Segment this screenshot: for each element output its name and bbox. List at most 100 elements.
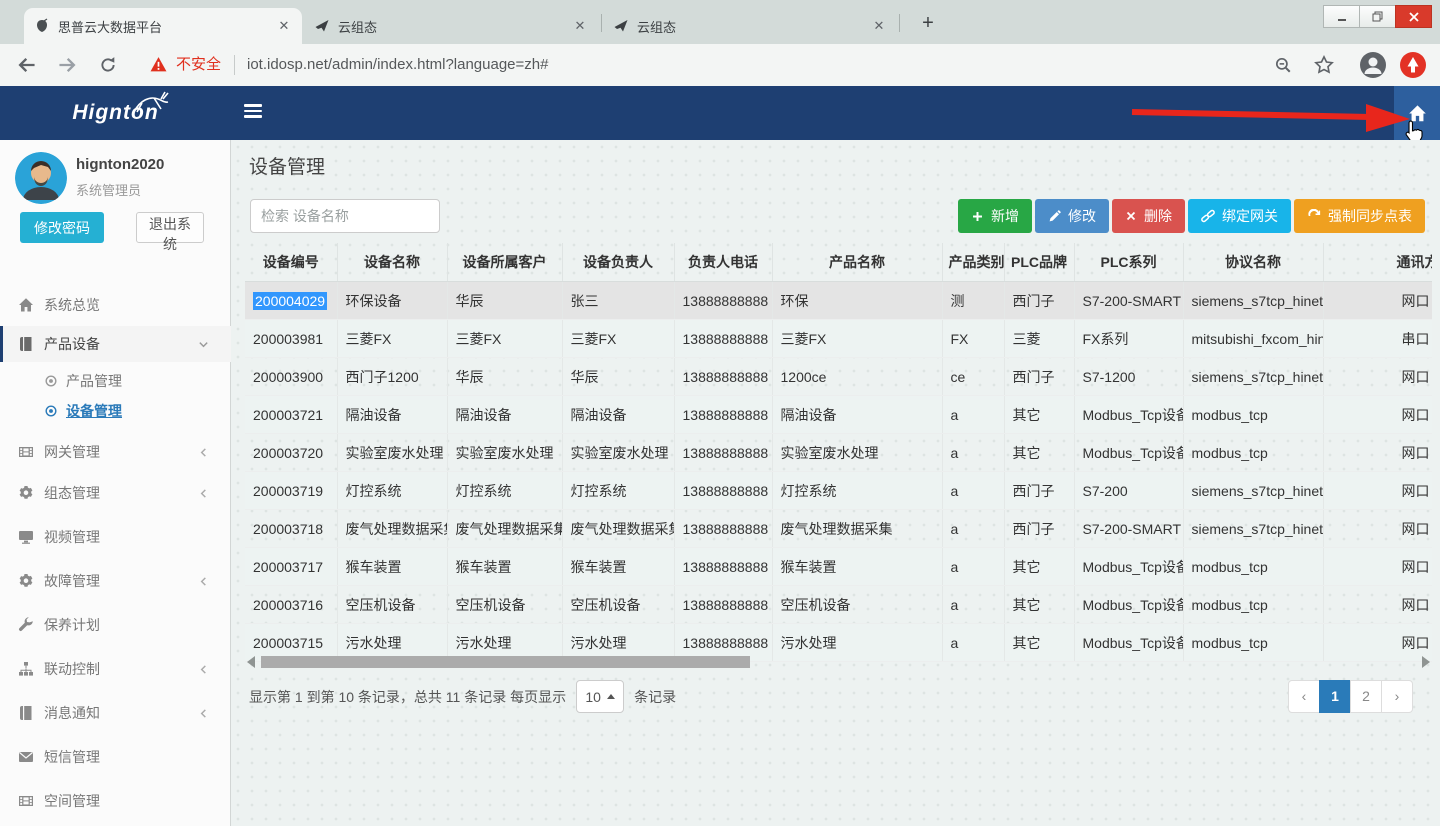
gears-icon <box>18 485 34 501</box>
delete-button[interactable]: 删除 <box>1112 199 1185 233</box>
cell: 200003717 <box>245 548 337 586</box>
prev-page-button[interactable]: ‹ <box>1288 680 1320 713</box>
browser-tab-active[interactable]: 思普云大数据平台 ✕ <box>24 8 302 44</box>
column-header[interactable]: 通讯方式 <box>1323 243 1432 282</box>
table-row[interactable]: 200003900 西门子1200 华辰 华辰 13888888888 1200… <box>245 358 1432 396</box>
column-header[interactable]: 协议名称 <box>1183 243 1323 282</box>
reload-icon[interactable] <box>99 56 117 74</box>
close-button[interactable] <box>1395 5 1432 28</box>
cell: 空压机设备 <box>447 586 562 624</box>
sidebar-item-video-management[interactable]: 视频管理 <box>0 517 231 557</box>
tab-separator <box>899 14 900 32</box>
back-icon[interactable] <box>16 54 38 76</box>
insecure-warning-icon[interactable] <box>150 56 167 73</box>
sidebar-item-product-device[interactable]: 产品设备 <box>0 326 231 362</box>
home-icon <box>18 297 34 313</box>
cell: S7-200-SMART <box>1074 510 1183 548</box>
table-row[interactable]: 200003720 实验室废水处理 实验室废水处理 实验室废水处理 138888… <box>245 434 1432 472</box>
cell: 三菱FX <box>772 320 942 358</box>
cell: 华辰 <box>447 358 562 396</box>
column-header[interactable]: 设备所属客户 <box>447 243 562 282</box>
sidebar-item-space-management[interactable]: 空间管理 <box>0 781 231 821</box>
table-row[interactable]: 200003721 隔油设备 隔油设备 隔油设备 13888888888 隔油设… <box>245 396 1432 434</box>
cell: 环保 <box>772 282 942 320</box>
edit-button[interactable]: 修改 <box>1035 199 1109 233</box>
cell: S7-1200 <box>1074 358 1183 396</box>
sidebar-toggle-icon[interactable] <box>244 104 262 120</box>
column-header[interactable]: 设备负责人 <box>562 243 674 282</box>
page-button-1[interactable]: 1 <box>1319 680 1351 713</box>
cell: 实验室废水处理 <box>562 434 674 472</box>
column-header[interactable]: PLC系列 <box>1074 243 1183 282</box>
sidebar-item-gateway-management[interactable]: 网关管理 <box>0 432 231 472</box>
plane-favicon <box>314 18 330 34</box>
column-header[interactable]: 设备编号 <box>245 243 337 282</box>
page-size-dropdown[interactable]: 10 <box>576 680 624 713</box>
table-row[interactable]: 200004029 环保设备 华辰 张三 13888888888 环保 测 西门… <box>245 282 1432 320</box>
cell: 网口 <box>1323 472 1432 510</box>
force-sync-button[interactable]: 强制同步点表 <box>1294 199 1425 233</box>
circle-dot-icon <box>44 404 58 418</box>
screen: 思普云大数据平台 ✕ 云组态 ✕ 云组态 ✕ + 不安全 iot.idosp.n… <box>0 0 1440 826</box>
sidebar-item-maintenance-plan[interactable]: 保养计划 <box>0 605 231 645</box>
url-text[interactable]: iot.idosp.net/admin/index.html?language=… <box>247 44 548 86</box>
next-page-button[interactable]: › <box>1381 680 1413 713</box>
sidebar-subitem-product-management[interactable]: 产品管理 <box>0 366 231 396</box>
forward-icon[interactable] <box>56 54 78 76</box>
tab-close-icon[interactable]: ✕ <box>276 18 292 34</box>
table-row[interactable]: 200003717 猴车装置 猴车装置 猴车装置 13888888888 猴车装… <box>245 548 1432 586</box>
new-tab-button[interactable]: + <box>916 12 940 36</box>
sidebar-item-fault-management[interactable]: 故障管理 <box>0 561 231 601</box>
scrollbar-thumb[interactable] <box>261 656 750 668</box>
column-header[interactable]: 产品名称 <box>772 243 942 282</box>
browser-logo-icon[interactable] <box>1400 52 1426 78</box>
sidebar-subitem-device-management[interactable]: 设备管理 <box>0 396 231 426</box>
user-avatar[interactable] <box>15 152 67 204</box>
tab-close-icon[interactable]: ✕ <box>871 18 887 34</box>
sidebar-item-system-overview[interactable]: 系统总览 <box>0 285 231 325</box>
column-header[interactable]: 负责人电话 <box>674 243 772 282</box>
table-row[interactable]: 200003718 废气处理数据采集 废气处理数据采集 废气处理数据采集 138… <box>245 510 1432 548</box>
browser-tabstrip: 思普云大数据平台 ✕ 云组态 ✕ 云组态 ✕ + <box>0 0 1440 44</box>
cell: 灯控系统 <box>447 472 562 510</box>
change-password-button[interactable]: 修改密码 <box>20 212 104 243</box>
tab-close-icon[interactable]: ✕ <box>572 18 588 34</box>
add-button[interactable]: 新增 <box>958 199 1032 233</box>
cell: a <box>942 548 1004 586</box>
column-header[interactable]: 产品类别 <box>942 243 1004 282</box>
column-header[interactable]: PLC品牌 <box>1004 243 1074 282</box>
cell: a <box>942 472 1004 510</box>
scroll-right-arrow-icon[interactable] <box>1422 656 1430 668</box>
book-icon <box>18 336 34 352</box>
bigdata-home-button[interactable] <box>1394 86 1440 140</box>
restore-button[interactable] <box>1359 5 1396 28</box>
browser-tab[interactable]: 云组态 ✕ <box>304 8 598 44</box>
bind-gateway-button[interactable]: 绑定网关 <box>1188 199 1291 233</box>
sidebar-item-configuration-management[interactable]: 组态管理 <box>0 473 231 513</box>
scroll-left-arrow-icon[interactable] <box>247 656 255 668</box>
browser-profile-icon[interactable] <box>1360 52 1386 78</box>
bookmark-star-icon[interactable] <box>1314 55 1334 75</box>
zoom-icon[interactable] <box>1274 56 1292 74</box>
table-row[interactable]: 200003981 三菱FX 三菱FX 三菱FX 13888888888 三菱F… <box>245 320 1432 358</box>
browser-tab[interactable]: 云组态 ✕ <box>603 8 897 44</box>
horizontal-scrollbar[interactable] <box>245 655 1432 669</box>
sidebar-item-message-notification[interactable]: 消息通知 <box>0 693 231 733</box>
sidebar-item-sms-management[interactable]: 短信管理 <box>0 737 231 777</box>
cell: 空压机设备 <box>772 586 942 624</box>
column-header[interactable]: 设备名称 <box>337 243 447 282</box>
chevron-left-icon <box>198 447 209 458</box>
cell: 西门子 <box>1004 282 1074 320</box>
chevron-left-icon <box>198 708 209 719</box>
cell: 网口 <box>1323 548 1432 586</box>
logout-button[interactable]: 退出系统 <box>136 212 204 243</box>
search-input[interactable] <box>250 199 440 233</box>
security-label[interactable]: 不安全 <box>176 44 221 86</box>
minimize-button[interactable] <box>1323 5 1360 28</box>
sidebar-item-linkage-control[interactable]: 联动控制 <box>0 649 231 689</box>
plane-favicon <box>613 18 629 34</box>
app-header: Hignton <box>0 86 1440 140</box>
page-button-2[interactable]: 2 <box>1350 680 1382 713</box>
table-row[interactable]: 200003719 灯控系统 灯控系统 灯控系统 13888888888 灯控系… <box>245 472 1432 510</box>
table-row[interactable]: 200003716 空压机设备 空压机设备 空压机设备 13888888888 … <box>245 586 1432 624</box>
